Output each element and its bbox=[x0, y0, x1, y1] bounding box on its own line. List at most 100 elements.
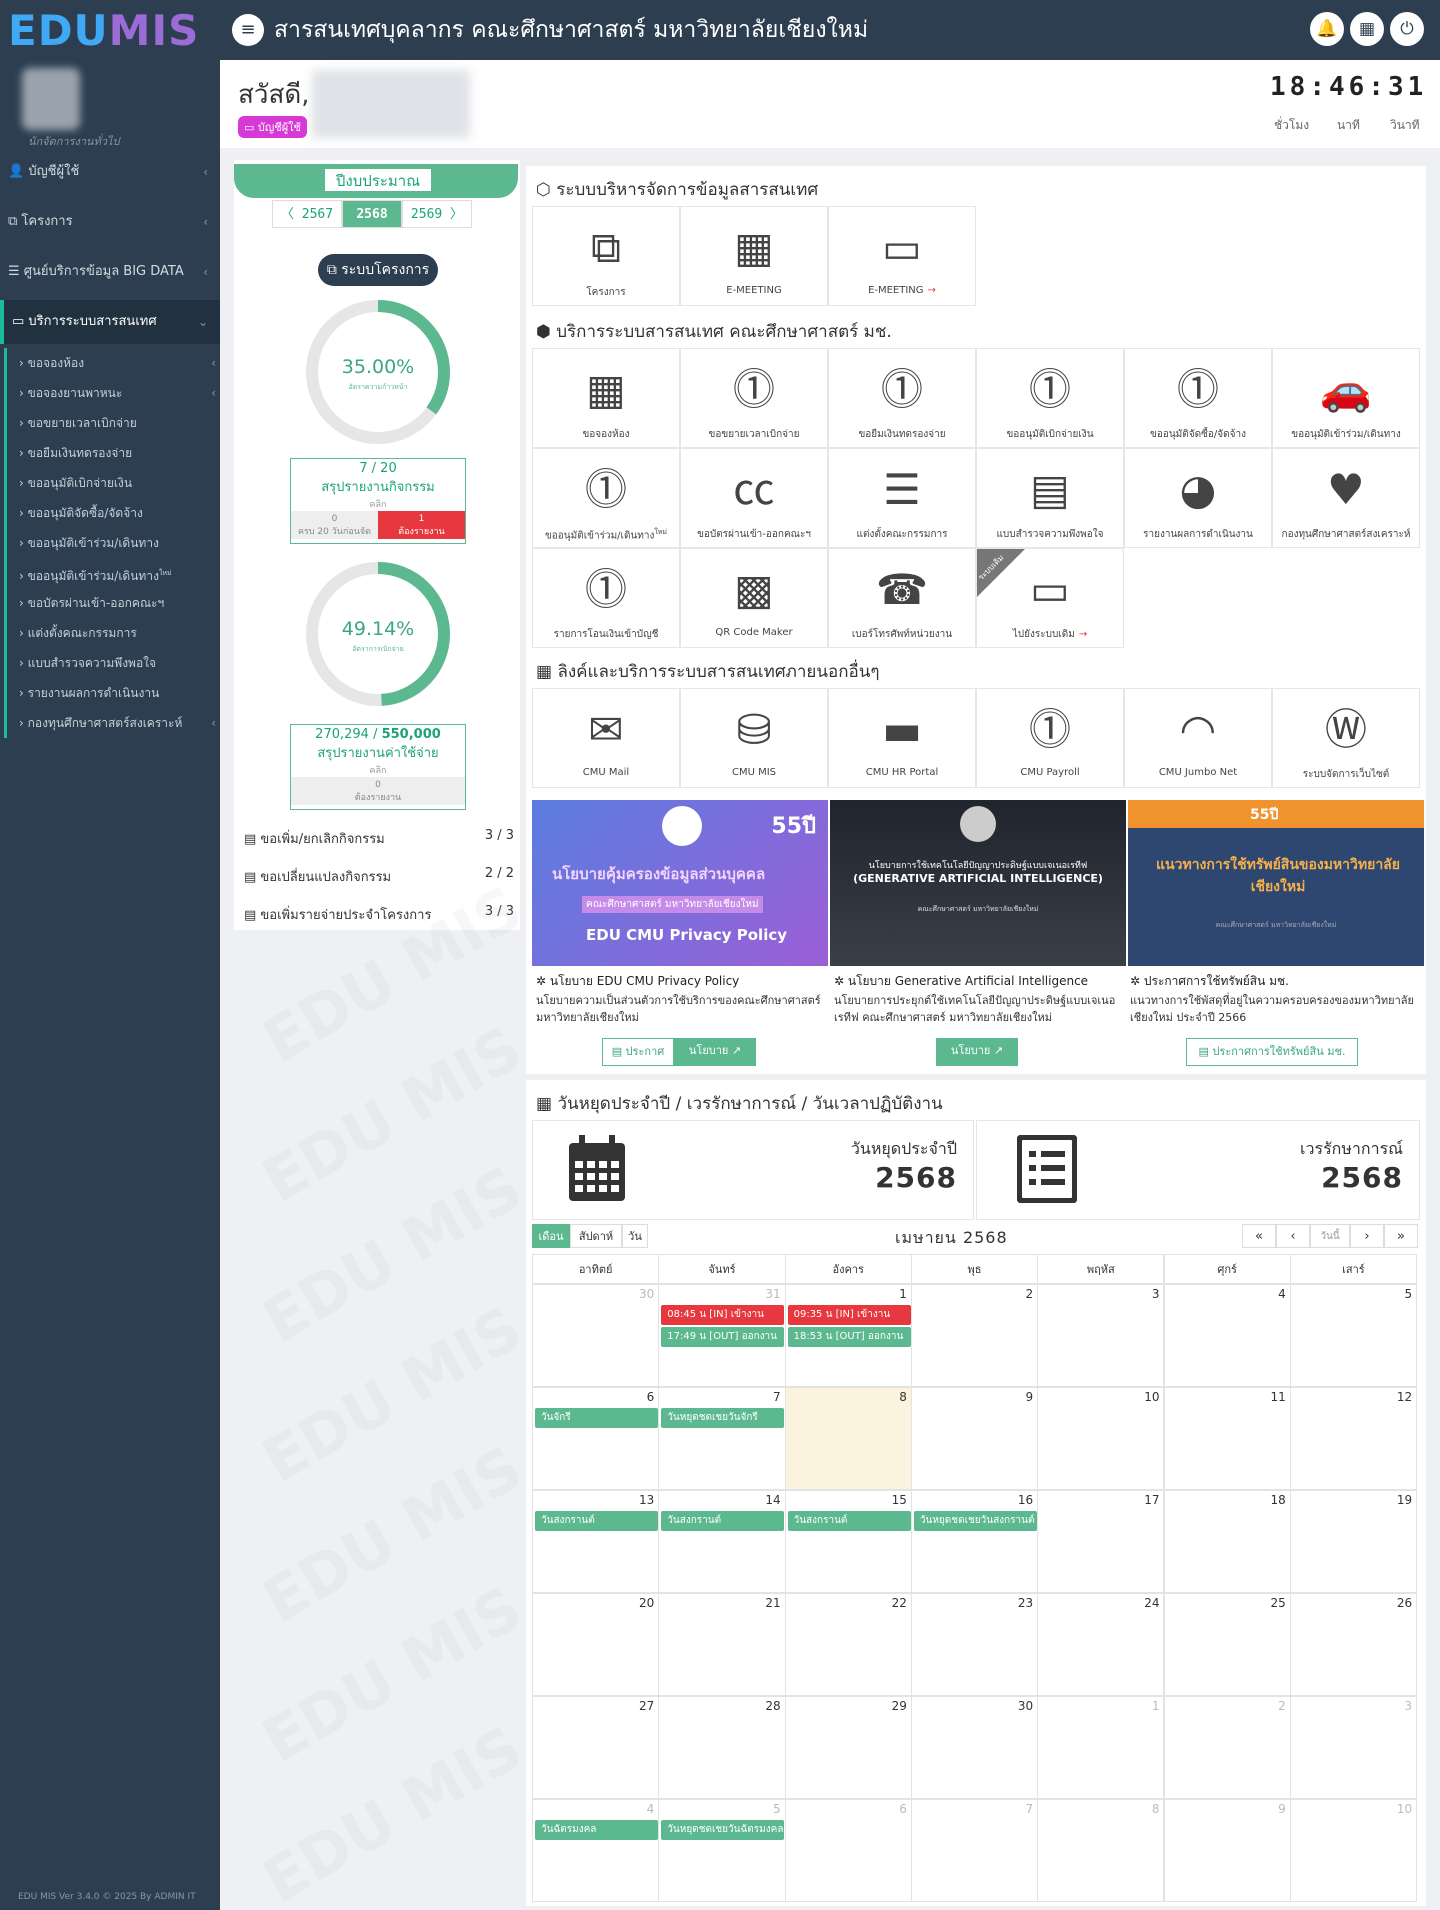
tile-money-icon[interactable]: ⓵ ขอยืมเงินทดรองจ่าย bbox=[828, 348, 976, 448]
calendar-day[interactable]: 8 bbox=[1037, 1799, 1165, 1902]
calendar-day[interactable]: 8 bbox=[784, 1387, 912, 1490]
tile-pie-chart-icon[interactable]: ◕ รายงานผลการดำเนินงาน bbox=[1124, 448, 1272, 548]
calendar-day[interactable]: 5 วันหยุดชดเชยวันฉัตรมงคล bbox=[658, 1799, 786, 1902]
calendar-event[interactable]: วันสงกรานต์ bbox=[535, 1511, 658, 1531]
calendar-day[interactable]: 4 bbox=[1163, 1284, 1291, 1387]
tile-heartbeat-icon[interactable]: ♥ กองทุนศึกษาศาสตร์สงเคราะห์ bbox=[1272, 448, 1420, 548]
calendar-day[interactable]: 19 bbox=[1289, 1490, 1418, 1593]
tile-copy-icon[interactable]: ⧉ โครงการ bbox=[532, 206, 680, 306]
tile-monitor-icon[interactable]: ▭ ไปยังระบบเดิม → ระบบเดิม bbox=[976, 548, 1124, 648]
calendar-day[interactable]: 4 วันฉัตรมงคล bbox=[532, 1799, 660, 1902]
project-system-button[interactable]: ⧉ ระบบโครงการ bbox=[318, 254, 438, 286]
calendar-day[interactable]: 13 วันสงกรานต์ bbox=[532, 1490, 660, 1593]
calendar-day[interactable]: 12 bbox=[1289, 1387, 1418, 1490]
banner-assets[interactable]: 55ปี แนวทางการใช้ทรัพย์สินของมหาวิทยาลัย… bbox=[1128, 800, 1424, 966]
year-prev-button[interactable]: 〈 2567 bbox=[272, 200, 342, 228]
tile-credit-card-icon[interactable]: ▬ CMU HR Portal bbox=[828, 688, 976, 788]
tile-money-icon[interactable]: ⓵ ขอขยายเวลาเบิกจ่าย bbox=[680, 348, 828, 448]
sidebar-item-bigdata[interactable]: ☰ ศูนย์บริการข้อมูล BIG DATA ‹ bbox=[0, 250, 220, 294]
calendar-day[interactable]: 3 bbox=[1289, 1696, 1418, 1799]
sidebar-subitem[interactable]: › แต่งตั้งคณะกรรมการ bbox=[4, 618, 220, 648]
calendar-event[interactable]: วันจักรี bbox=[535, 1408, 658, 1428]
calendar-event[interactable]: 17:49 น [OUT] ออกงาน bbox=[661, 1327, 785, 1347]
sidebar-subitem[interactable]: › แบบสำรวจความพึงพอใจ bbox=[4, 648, 220, 678]
calendar-day[interactable]: 17 bbox=[1037, 1490, 1165, 1593]
sidebar-subitem[interactable]: › ขออนุมัติเข้าร่วม/เดินทางใหม่ bbox=[4, 558, 220, 588]
tile-monitor-icon[interactable]: ▭ E-MEETING → bbox=[828, 206, 976, 306]
calendar-day[interactable]: 20 bbox=[532, 1593, 660, 1696]
calendar-day[interactable]: 14 วันสงกรานต์ bbox=[658, 1490, 786, 1593]
banner-privacy[interactable]: 55ปี นโยบายคุ้มครองข้อมูลส่วนบุคคล คณะศึ… bbox=[532, 800, 828, 966]
tile-wifi-icon[interactable]: ◠ CMU Jumbo Net bbox=[1124, 688, 1272, 788]
tile-calendar-icon[interactable]: ▦ E-MEETING bbox=[680, 206, 828, 306]
qrcode-icon[interactable]: ▦ bbox=[1350, 12, 1384, 46]
calendar-day[interactable]: 6 วันจักรี bbox=[532, 1387, 660, 1490]
calendar-day[interactable]: 23 bbox=[910, 1593, 1039, 1696]
calendar-event[interactable]: วันหยุดชดเชยวันจักรี bbox=[661, 1408, 785, 1428]
request-row[interactable]: ▤ ขอเพิ่ม/ยกเลิกกิจกรรม 3 / 3 bbox=[244, 828, 514, 849]
calendar-day[interactable]: 3 bbox=[1037, 1284, 1165, 1387]
calendar-day[interactable]: 16 วันหยุดชดเชยวันสงกรานต์ bbox=[910, 1490, 1039, 1593]
tile-qrcode-icon[interactable]: ▩ QR Code Maker bbox=[680, 548, 828, 648]
calendar-day[interactable]: 10 bbox=[1289, 1799, 1418, 1902]
calendar-day[interactable]: 2 bbox=[1163, 1696, 1291, 1799]
tile-money-icon[interactable]: ⓵ รายการโอนเงินเข้าบัญชี bbox=[532, 548, 680, 648]
account-button[interactable]: ▭ บัญชีผู้ใช้ bbox=[238, 116, 307, 138]
tile-money-icon[interactable]: ⓵ ขออนุมัติเข้าร่วม/เดินทางใหม่ bbox=[532, 448, 680, 548]
prev-month-button[interactable]: ‹ bbox=[1276, 1224, 1310, 1248]
sidebar-subitem[interactable]: › ขออนุมัติเบิกจ่ายเงิน bbox=[4, 468, 220, 498]
calendar-event[interactable]: วันหยุดชดเชยวันฉัตรมงคล bbox=[661, 1820, 785, 1840]
calendar-day[interactable]: 1 bbox=[1037, 1696, 1165, 1799]
calendar-day[interactable]: 2 bbox=[910, 1284, 1039, 1387]
calendar-day[interactable]: 30 bbox=[910, 1696, 1039, 1799]
sidebar-subitem[interactable]: › ขออนุมัติเข้าร่วม/เดินทาง bbox=[4, 528, 220, 558]
request-row[interactable]: ▤ ขอเพิ่มรายจ่ายประจำโครงการ 3 / 3 bbox=[244, 904, 514, 925]
next-year-button[interactable]: » bbox=[1384, 1224, 1418, 1248]
next-month-button[interactable]: › bbox=[1350, 1224, 1384, 1248]
calendar-day[interactable]: 30 bbox=[532, 1284, 660, 1387]
asset-announcement-button[interactable]: ▤ ประกาศการใช้ทรัพย์สิน มช. bbox=[1186, 1038, 1358, 1066]
tile-calendar-icon[interactable]: ▦ ขอจองห้อง bbox=[532, 348, 680, 448]
expense-summary-box[interactable]: 270,294 / 550,000 สรุปรายงานค่าใช้จ่าย ค… bbox=[290, 724, 466, 810]
calendar-day[interactable]: 1 09:35 น [IN] เข้างาน 18:53 น [OUT] ออกงา… bbox=[784, 1284, 912, 1387]
calendar-day[interactable]: 7 วันหยุดชดเชยวันจักรี bbox=[658, 1387, 786, 1490]
tile-wordpress-icon[interactable]: Ⓦ ระบบจัดการเว็บไซต์ bbox=[1272, 688, 1420, 788]
menu-toggle-button[interactable]: ≡ bbox=[232, 14, 264, 46]
activity-pending-cell[interactable]: 1 ต้องรายงาน bbox=[378, 511, 465, 539]
view-week-button[interactable]: สัปดาห์ bbox=[570, 1224, 622, 1248]
calendar-event[interactable]: 08:45 น [IN] เข้างาน bbox=[661, 1305, 785, 1325]
calendar-day[interactable]: 28 bbox=[658, 1696, 786, 1799]
calendar-day[interactable]: 29 bbox=[784, 1696, 912, 1799]
calendar-day[interactable]: 21 bbox=[658, 1593, 786, 1696]
calendar-event[interactable]: 18:53 น [OUT] ออกงาน bbox=[787, 1327, 911, 1347]
calendar-day[interactable]: 18 bbox=[1163, 1490, 1291, 1593]
guard-stat-card[interactable]: เวรรักษาการณ์ 2568 bbox=[976, 1120, 1420, 1220]
tile-list-icon[interactable]: ☰ แต่งตั้งคณะกรรมการ bbox=[828, 448, 976, 548]
tile-money-icon[interactable]: ⓵ CMU Payroll bbox=[976, 688, 1124, 788]
policy-button[interactable]: นโยบาย ↗ bbox=[936, 1038, 1018, 1066]
banner-genai[interactable]: นโยบายการใช้เทคโนโลยีปัญญาประดิษฐ์แบบเจเ… bbox=[830, 800, 1126, 966]
prev-year-button[interactable]: « bbox=[1242, 1224, 1276, 1248]
calendar-event[interactable]: วันสงกรานต์ bbox=[787, 1511, 911, 1531]
app-logo[interactable]: EDUMIS bbox=[8, 8, 199, 54]
activity-summary-box[interactable]: 7 / 20 สรุปรายงานกิจกรรม คลิก 0 ครบ 20 วั… bbox=[290, 458, 466, 544]
calendar-day[interactable]: 22 bbox=[784, 1593, 912, 1696]
tile-car-icon[interactable]: 🚗 ขออนุมัติเข้าร่วม/เดินทาง bbox=[1272, 348, 1420, 448]
request-row[interactable]: ▤ ขอเปลี่ยนแปลงกิจกรรม 2 / 2 bbox=[244, 866, 514, 887]
calendar-day[interactable]: 27 bbox=[532, 1696, 660, 1799]
sidebar-subitem[interactable]: › ขอจองห้อง ‹ bbox=[4, 348, 220, 378]
tile-list-alt-icon[interactable]: ▤ แบบสำรวจความพึงพอใจ bbox=[976, 448, 1124, 548]
bell-icon[interactable]: 🔔 bbox=[1310, 12, 1344, 46]
calendar-day[interactable]: 9 bbox=[1163, 1799, 1291, 1902]
calendar-day[interactable]: 7 bbox=[910, 1799, 1039, 1902]
calendar-day[interactable]: 6 bbox=[784, 1799, 912, 1902]
calendar-day[interactable]: 10 bbox=[1037, 1387, 1165, 1490]
sidebar-subitem[interactable]: › รายงานผลการดำเนินงาน bbox=[4, 678, 220, 708]
tile-cc-icon[interactable]: ㏄ ขอบัตรผ่านเข้า-ออกคณะฯ bbox=[680, 448, 828, 548]
announcement-button[interactable]: ▤ ประกาศ bbox=[602, 1038, 674, 1066]
power-icon[interactable]: ⏻ bbox=[1390, 12, 1424, 46]
calendar-event[interactable]: วันสงกรานต์ bbox=[661, 1511, 785, 1531]
year-next-button[interactable]: 2569 〉 bbox=[402, 200, 472, 228]
calendar-day[interactable]: 25 bbox=[1163, 1593, 1291, 1696]
calendar-day[interactable]: 15 วันสงกรานต์ bbox=[784, 1490, 912, 1593]
